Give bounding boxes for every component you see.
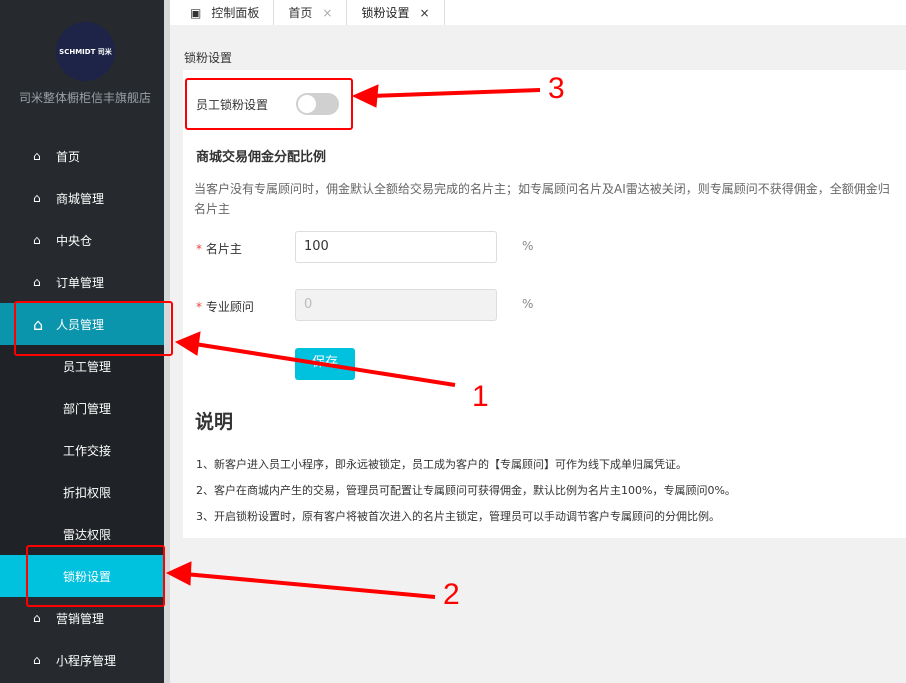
arrow-1-head: [174, 331, 201, 356]
annotation-number-3: 3: [548, 72, 565, 105]
arrow-1: [194, 342, 456, 387]
arrow-2-head: [165, 561, 192, 586]
arrow-3-head: [351, 84, 379, 108]
arrow-3: [369, 88, 541, 98]
arrow-2: [184, 572, 436, 599]
annotation-number-1: 1: [472, 380, 489, 413]
annotation-number-2: 2: [443, 578, 460, 611]
